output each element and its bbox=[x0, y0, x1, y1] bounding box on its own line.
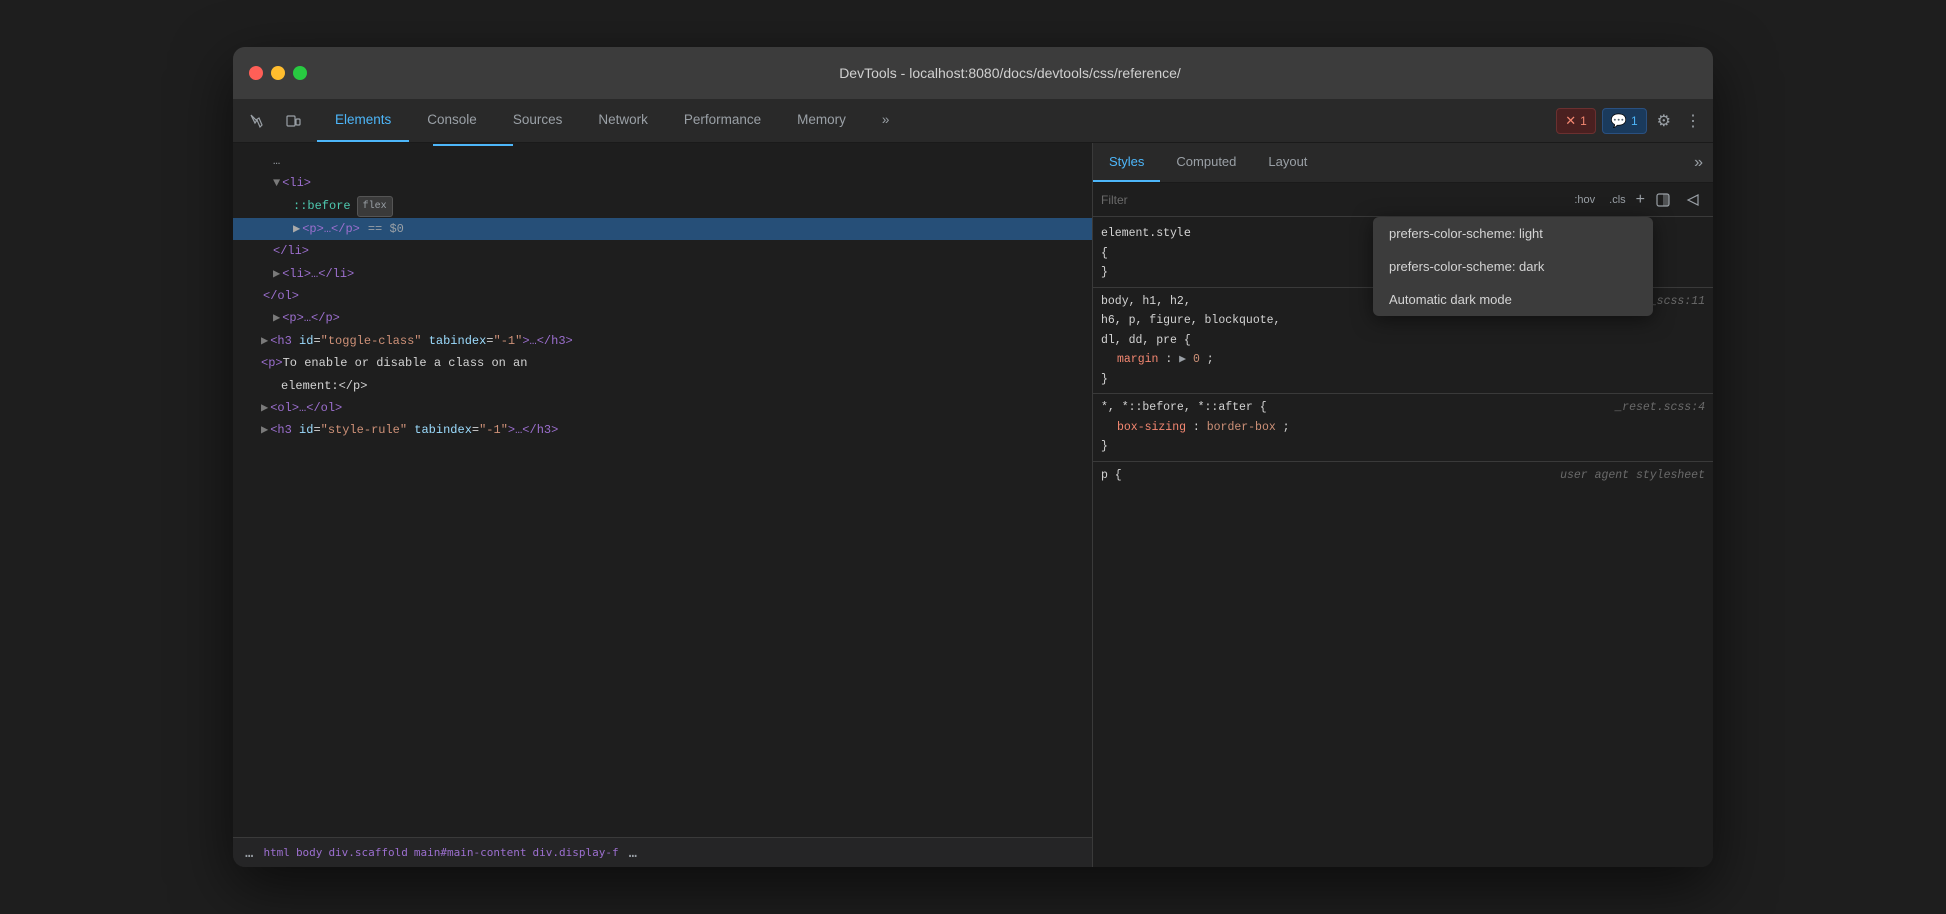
style-prop-boxsizing: box-sizing bbox=[1117, 421, 1186, 434]
error-badge-button[interactable]: ✕ 1 bbox=[1556, 108, 1596, 134]
window-title: DevTools - localhost:8080/docs/devtools/… bbox=[323, 65, 1697, 81]
tab-performance[interactable]: Performance bbox=[666, 99, 779, 142]
dom-top-bar bbox=[233, 143, 1092, 146]
dom-content[interactable]: … ▼ <li> ::before flex ▶ <p>…</p> == $0 bbox=[233, 146, 1092, 837]
settings-button[interactable]: ⚙ bbox=[1653, 107, 1675, 135]
tab-console[interactable]: Console bbox=[409, 99, 495, 142]
breadcrumb-div-scaffold[interactable]: div.scaffold bbox=[328, 846, 407, 859]
tab-elements[interactable]: Elements bbox=[317, 99, 409, 142]
breadcrumb-div-display[interactable]: div.display-f bbox=[533, 846, 619, 859]
tab-network[interactable]: Network bbox=[580, 99, 666, 142]
breadcrumb-bar: … html body div.scaffold main#main-conte… bbox=[233, 837, 1092, 867]
dom-p-text-1: <p>To enable or disable a class on an bbox=[233, 352, 1092, 374]
devtools-window: DevTools - localhost:8080/docs/devtools/… bbox=[233, 47, 1713, 867]
dom-h3-toggle[interactable]: ▶ <h3 id="toggle-class" tabindex="-1">…<… bbox=[233, 330, 1092, 352]
cls-button[interactable]: .cls bbox=[1605, 192, 1630, 208]
dropdown-item-auto[interactable]: Automatic dark mode bbox=[1373, 283, 1653, 316]
hov-button[interactable]: :hov bbox=[1570, 192, 1599, 208]
breadcrumb-html[interactable]: html bbox=[263, 846, 290, 859]
style-value-boxsizing: border-box bbox=[1207, 421, 1276, 434]
tab-layout[interactable]: Layout bbox=[1252, 143, 1323, 182]
right-tabs: Styles Computed Layout » bbox=[1093, 143, 1713, 183]
element-state-button[interactable] bbox=[1681, 188, 1705, 212]
style-selector-p: p { bbox=[1101, 466, 1122, 486]
tab-more[interactable]: » bbox=[864, 99, 908, 142]
device-icon[interactable] bbox=[277, 105, 309, 137]
dropdown-item-light[interactable]: prefers-color-scheme: light bbox=[1373, 217, 1653, 250]
tab-memory[interactable]: Memory bbox=[779, 99, 864, 142]
maximize-button[interactable] bbox=[293, 66, 307, 80]
error-icon: ✕ bbox=[1565, 113, 1576, 129]
add-style-rule-button[interactable]: + bbox=[1636, 191, 1645, 209]
tab-sources[interactable]: Sources bbox=[495, 99, 581, 142]
toolbar-right: ✕ 1 💬 1 ⚙ ⋮ bbox=[1556, 99, 1705, 142]
right-tabs-more[interactable]: » bbox=[1684, 143, 1713, 182]
toolbar: Elements Console Sources Network Perform… bbox=[233, 99, 1713, 143]
color-scheme-dropdown: prefers-color-scheme: light prefers-colo… bbox=[1373, 217, 1653, 316]
dom-p-selected[interactable]: ▶ <p>…</p> == $0 bbox=[233, 218, 1092, 240]
dom-p-text-2: element:</p> bbox=[233, 375, 1092, 397]
dom-li-close[interactable]: </li> bbox=[233, 240, 1092, 262]
breadcrumb-body[interactable]: body bbox=[296, 846, 323, 859]
tab-styles[interactable]: Styles bbox=[1093, 143, 1160, 182]
style-prop-margin: margin bbox=[1117, 353, 1158, 366]
dom-li-open[interactable]: ▼ <li> bbox=[233, 172, 1092, 194]
chat-icon: 💬 bbox=[1611, 113, 1627, 129]
inspect-icon[interactable] bbox=[241, 105, 273, 137]
tab-list: Elements Console Sources Network Perform… bbox=[317, 99, 1556, 142]
breadcrumb-more-right[interactable]: … bbox=[625, 845, 641, 861]
styles-filter-bar: :hov .cls + prefers-color-scheme: lig bbox=[1093, 183, 1713, 217]
dropdown-item-dark[interactable]: prefers-color-scheme: dark bbox=[1373, 250, 1653, 283]
breadcrumb-more-left[interactable]: … bbox=[241, 845, 257, 861]
dom-ellipsis-line: … bbox=[233, 150, 1092, 172]
active-tab-indicator bbox=[433, 144, 513, 146]
info-badge-button[interactable]: 💬 1 bbox=[1602, 108, 1647, 134]
more-options-button[interactable]: ⋮ bbox=[1681, 107, 1705, 135]
dom-li-collapsed[interactable]: ▶ <li>…</li> bbox=[233, 263, 1092, 285]
tab-computed[interactable]: Computed bbox=[1160, 143, 1252, 182]
filter-input[interactable] bbox=[1101, 193, 1564, 207]
right-panel: Styles Computed Layout » :hov .cls + bbox=[1093, 143, 1713, 867]
close-button[interactable] bbox=[249, 66, 263, 80]
main-content: … ▼ <li> ::before flex ▶ <p>…</p> == $0 bbox=[233, 143, 1713, 867]
dom-p-collapsed[interactable]: ▶ <p>…</p> bbox=[233, 307, 1092, 329]
toggle-dark-mode-button[interactable] bbox=[1651, 188, 1675, 212]
style-selector-body: body, h1, h2, bbox=[1101, 292, 1191, 312]
breadcrumb-main[interactable]: main#main-content bbox=[414, 846, 527, 859]
dom-h3-style-rule[interactable]: ▶ <h3 id="style-rule" tabindex="-1">…</h… bbox=[233, 419, 1092, 441]
style-origin-useragent: user agent stylesheet bbox=[1560, 466, 1705, 486]
style-rule-p: p { user agent stylesheet bbox=[1093, 464, 1713, 488]
dom-panel: … ▼ <li> ::before flex ▶ <p>…</p> == $0 bbox=[233, 143, 1093, 867]
minimize-button[interactable] bbox=[271, 66, 285, 80]
dom-ol-close[interactable]: </ol> bbox=[233, 285, 1092, 307]
style-origin-scss11: _scss:11 bbox=[1650, 292, 1705, 312]
traffic-lights bbox=[249, 66, 307, 80]
toolbar-left bbox=[241, 99, 309, 142]
style-rule-universal: *, *::before, *::after { _reset.scss:4 b… bbox=[1093, 396, 1713, 459]
titlebar: DevTools - localhost:8080/docs/devtools/… bbox=[233, 47, 1713, 99]
style-value-margin: 0 bbox=[1193, 353, 1200, 366]
dom-before-pseudo[interactable]: ::before flex bbox=[233, 195, 1092, 218]
dom-ol-collapsed[interactable]: ▶ <ol>…</ol> bbox=[233, 397, 1092, 419]
style-selector-element: element.sty bbox=[1101, 227, 1177, 240]
style-selector-universal: *, *::before, *::after { bbox=[1101, 398, 1267, 418]
style-origin-reset: _reset.scss:4 bbox=[1615, 398, 1705, 418]
